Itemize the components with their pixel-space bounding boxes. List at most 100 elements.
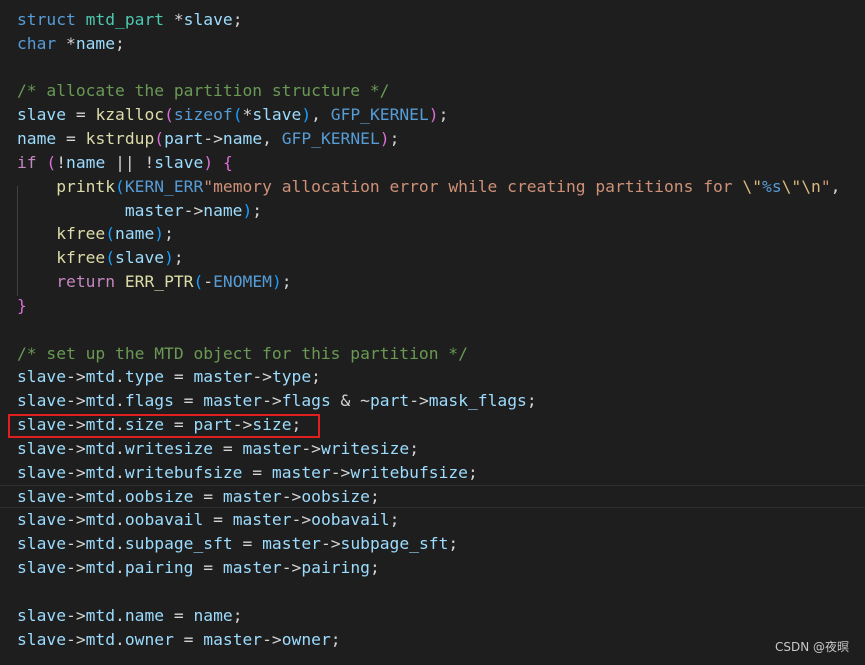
code-token: , (311, 105, 331, 125)
code-line[interactable]: } (0, 294, 865, 318)
code-line[interactable]: slave->mtd.flags = master->flags & ~part… (0, 389, 865, 413)
code-token: GFP_KERNEL (281, 129, 380, 149)
code-token: . (115, 510, 125, 530)
code-line[interactable]: slave->mtd.pairing = master->pairing; (0, 556, 865, 580)
code-token: mtd (85, 558, 116, 578)
code-token: ) (428, 105, 439, 125)
code-token: name (17, 129, 57, 149)
code-line[interactable]: slave->mtd.oobsize = master->oobsize; (0, 484, 865, 509)
code-token: KERN_ERR (124, 176, 204, 196)
code-token: %s (762, 176, 782, 196)
code-token: = (232, 534, 263, 554)
code-line[interactable] (0, 56, 865, 80)
code-token: kfree (56, 248, 106, 268)
code-line[interactable]: printk(KERN_ERR"memory allocation error … (0, 175, 865, 199)
code-line[interactable]: kfree(slave); (0, 246, 865, 270)
code-token: flags (281, 391, 331, 411)
code-token: -> (66, 486, 86, 506)
code-token: subpage_sft (340, 534, 449, 554)
code-token: mtd (85, 534, 116, 554)
code-token: ; (164, 224, 174, 244)
code-editor[interactable]: struct mtd_part *slave; char *name; /* al… (0, 0, 865, 665)
code-line[interactable]: /* allocate the partition structure */ (0, 79, 865, 103)
code-line[interactable]: kfree(name); (0, 222, 865, 246)
code-line[interactable]: slave->mtd.writebufsize = master->writeb… (0, 461, 865, 485)
code-token: return (56, 272, 116, 292)
code-token: slave (17, 486, 67, 506)
code-line[interactable]: char *name; (0, 32, 865, 56)
code-line[interactable]: slave->mtd.writesize = master->writesize… (0, 437, 865, 461)
code-token: name (203, 200, 243, 220)
code-line[interactable]: if (!name || !slave) { (0, 151, 865, 175)
code-token: master (124, 200, 184, 220)
code-line[interactable]: struct mtd_part *slave; (0, 8, 865, 32)
code-token: -> (291, 510, 312, 530)
code-token: -> (330, 462, 351, 482)
code-token: part (369, 391, 410, 411)
code-token: name (124, 605, 165, 625)
code-line[interactable]: name = kstrdup(part->name, GFP_KERNEL); (0, 127, 865, 151)
code-token: writebufsize (350, 462, 468, 482)
code-token: . (115, 367, 125, 387)
code-token: -> (66, 629, 86, 649)
code-token: ( (193, 272, 204, 292)
code-token: part (164, 129, 204, 149)
code-token: ; (311, 367, 321, 387)
code-token: master (242, 438, 302, 458)
code-line[interactable]: return ERR_PTR(-ENOMEM); (0, 270, 865, 294)
code-line[interactable] (0, 318, 865, 342)
code-token: -> (203, 129, 223, 149)
code-token: -> (281, 486, 302, 506)
code-token: ( (154, 129, 165, 149)
code-lines[interactable]: struct mtd_part *slave; char *name; /* al… (0, 8, 865, 651)
code-token: pairing (301, 558, 370, 578)
code-token: * (66, 33, 76, 53)
code-token: = (193, 486, 223, 506)
code-line[interactable]: slave->mtd.name = name; (0, 604, 865, 628)
code-token: -> (66, 438, 86, 458)
code-line[interactable]: slave->mtd.oobavail = master->oobavail; (0, 508, 865, 532)
code-token: ; (252, 200, 263, 220)
code-token: . (115, 391, 125, 411)
code-token: -> (66, 534, 86, 554)
code-token: ( (105, 224, 116, 244)
code-token: /* set up the MTD object for this partit… (17, 343, 468, 363)
code-token: ERR_PTR (124, 272, 194, 292)
code-line[interactable] (0, 580, 865, 604)
code-token: slave (115, 248, 165, 268)
code-line[interactable]: slave->mtd.subpage_sft = master->subpage… (0, 532, 865, 556)
code-line[interactable]: slave->mtd.type = master->type; (0, 365, 865, 389)
code-token: mtd (85, 629, 116, 649)
code-token: writebufsize (124, 462, 243, 482)
code-token: slave (17, 391, 67, 411)
code-token: . (115, 605, 125, 625)
code-token: writesize (124, 438, 214, 458)
code-line[interactable]: master->name); (0, 199, 865, 223)
code-token: ; (389, 510, 400, 530)
code-token: ) (154, 224, 165, 244)
code-token: writesize (320, 438, 410, 458)
code-line[interactable]: slave->mtd.owner = master->owner; (0, 628, 865, 652)
code-token: ; (409, 438, 419, 458)
code-token: -> (66, 605, 86, 625)
code-line[interactable]: /* set up the MTD object for this partit… (0, 342, 865, 366)
code-token: -> (320, 534, 341, 554)
code-token: slave (17, 462, 67, 482)
code-token: } (17, 295, 27, 315)
code-token: master (262, 534, 321, 554)
code-token: -> (252, 367, 272, 387)
code-line[interactable]: slave = kzalloc(sizeof(*slave), GFP_KERN… (0, 103, 865, 127)
code-token: -> (66, 367, 86, 387)
code-token: , (262, 129, 282, 149)
code-token: master (232, 510, 292, 530)
code-token: kstrdup (85, 129, 155, 149)
code-token: /* allocate the partition structure */ (17, 81, 390, 101)
code-token: ; (369, 558, 380, 578)
code-token: name (75, 33, 116, 53)
code-token: = (173, 629, 204, 649)
code-token: mtd (85, 438, 116, 458)
code-token: struct (17, 10, 86, 29)
